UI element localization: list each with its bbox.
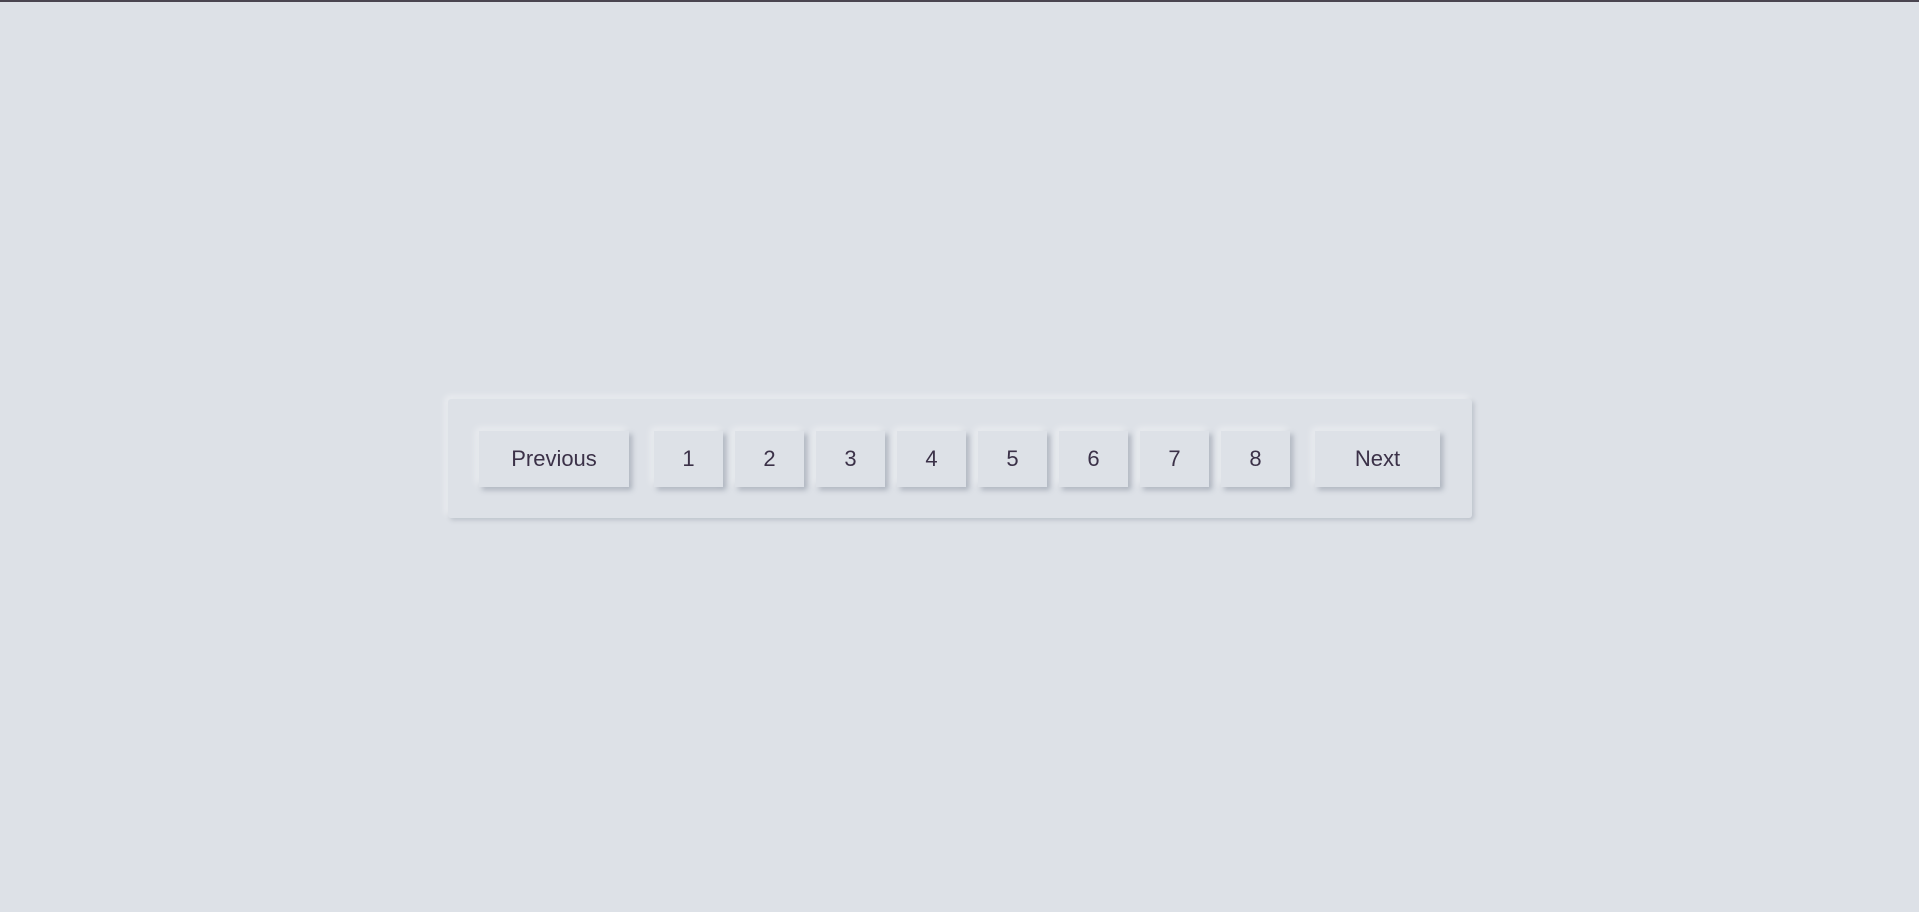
page-button-7[interactable]: 7 <box>1140 430 1209 487</box>
page-button-2[interactable]: 2 <box>735 430 804 487</box>
page-button-1[interactable]: 1 <box>654 430 723 487</box>
page-button-8[interactable]: 8 <box>1221 430 1290 487</box>
page-button-3[interactable]: 3 <box>816 430 885 487</box>
next-button[interactable]: Next <box>1315 430 1440 487</box>
page-button-4[interactable]: 4 <box>897 430 966 487</box>
page-button-6[interactable]: 6 <box>1059 430 1128 487</box>
previous-button[interactable]: Previous <box>479 430 629 487</box>
pagination: Previous 1 2 3 4 5 6 7 8 Next <box>448 399 1472 518</box>
page-button-5[interactable]: 5 <box>978 430 1047 487</box>
